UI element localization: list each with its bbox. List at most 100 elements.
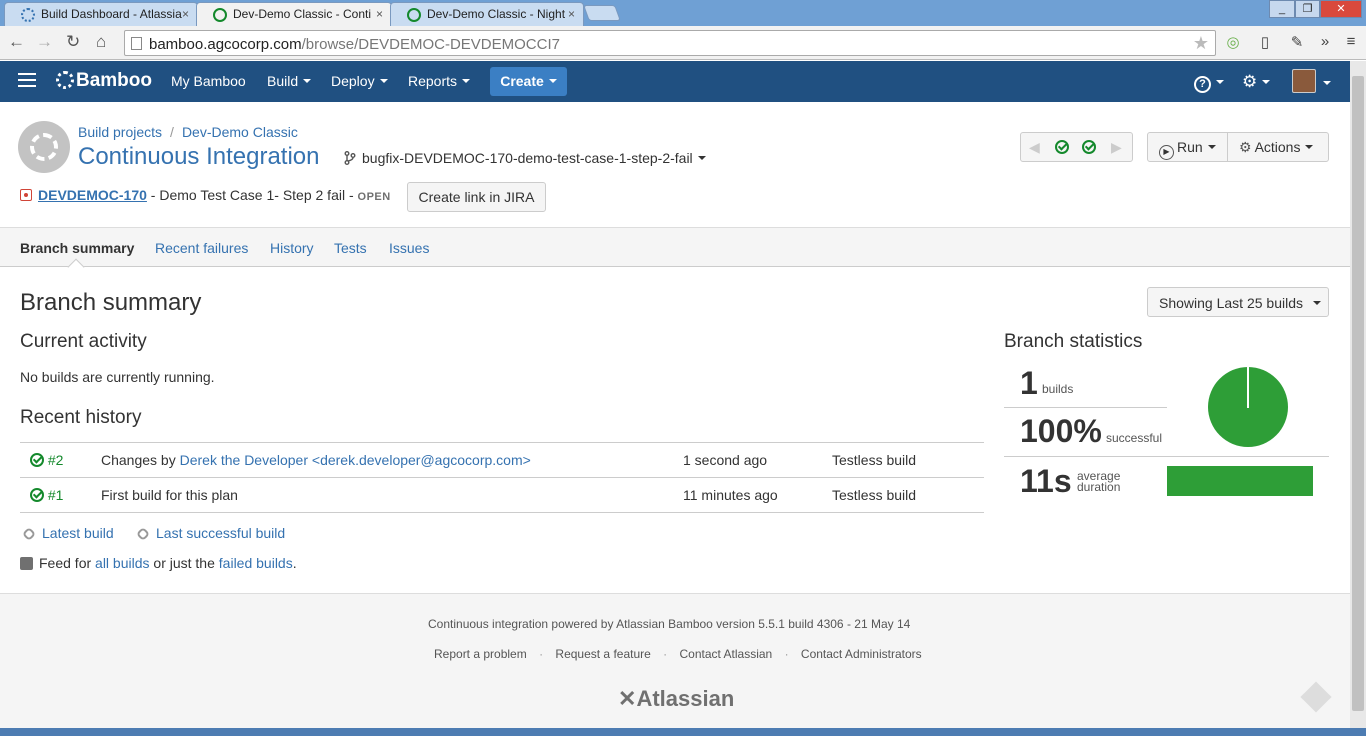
close-window-button[interactable]: ✕ — [1320, 0, 1362, 18]
success-icon — [30, 488, 44, 502]
build-result: Testless build — [832, 452, 917, 468]
build-time: 1 second ago — [683, 452, 768, 468]
maximize-button[interactable]: ❐ — [1295, 0, 1320, 18]
build-status-nav: ◀ ▶ — [1020, 132, 1133, 162]
gear-icon: ⚙ — [1242, 72, 1258, 91]
footer-links: Report a problem · Request a feature · C… — [434, 647, 922, 661]
linked-issue: DEVDEMOC-170 - Demo Test Case 1- Step 2 … — [20, 187, 391, 203]
breadcrumb-project[interactable]: Dev-Demo Classic — [182, 124, 298, 140]
menu-icon[interactable] — [18, 73, 36, 87]
success-favicon-icon — [407, 8, 421, 22]
nav-my-bamboo[interactable]: My Bamboo — [171, 73, 246, 89]
author-link[interactable]: Derek the Developer <derek.developer@agc… — [180, 452, 531, 468]
run-button[interactable]: ▶ Run — [1159, 133, 1216, 161]
success-favicon-icon — [213, 8, 227, 22]
branch-selector[interactable]: bugfix-DEVDEMOC-170-demo-test-case-1-ste… — [344, 150, 706, 166]
builds-label: builds — [1042, 382, 1074, 396]
breadcrumb-build-projects[interactable]: Build projects — [78, 124, 162, 140]
user-menu-chevron-icon[interactable] — [1318, 73, 1331, 93]
recent-history-heading: Recent history — [20, 407, 142, 428]
rss-feed-icon — [20, 557, 33, 570]
bookmark-star-icon[interactable]: ★ — [1193, 33, 1209, 54]
actions-button[interactable]: ⚙ Actions — [1239, 133, 1314, 161]
create-jira-link-button[interactable]: Create link in JIRA — [407, 182, 546, 212]
feed-failed-builds-link[interactable]: failed builds — [219, 555, 293, 571]
link-icon — [135, 526, 151, 542]
browser-tab-build-dashboard[interactable]: Build Dashboard - Atlassia × — [4, 2, 198, 26]
admin-menu[interactable]: ⚙ — [1242, 72, 1271, 92]
nav-reports[interactable]: Reports — [408, 73, 471, 89]
chevron-down-icon — [1216, 80, 1224, 84]
nav-deploy[interactable]: Deploy — [331, 73, 388, 89]
build-number-link[interactable]: #1 — [30, 487, 63, 503]
last-successful-build-link[interactable]: Last successful build — [135, 525, 285, 542]
active-tab-pointer — [67, 258, 85, 276]
reload-icon[interactable]: ↻ — [66, 32, 80, 52]
scrollbar-thumb[interactable] — [1352, 76, 1364, 711]
chevron-down-icon — [303, 79, 312, 83]
atlassian-logo[interactable]: ✕Atlassian — [618, 686, 734, 712]
back-icon[interactable]: ← — [8, 32, 25, 52]
build-success-icon[interactable] — [1055, 133, 1069, 161]
showing-builds-dropdown[interactable]: Showing Last 25 builds — [1147, 287, 1329, 317]
build-success-icon[interactable] — [1082, 133, 1096, 161]
branch-summary-heading: Branch summary — [20, 289, 202, 316]
tab-recent-failures[interactable]: Recent failures — [155, 240, 248, 256]
success-rate: 100% — [1020, 413, 1102, 449]
build-number-link[interactable]: #2 — [30, 452, 63, 468]
feed-all-builds-link[interactable]: all builds — [95, 555, 149, 571]
extension-icon[interactable]: ◎ — [1224, 33, 1242, 51]
atlassian-logo-icon: ✕ — [618, 686, 637, 711]
nav-build[interactable]: Build — [267, 73, 312, 89]
page-title[interactable]: Continuous Integration — [78, 143, 320, 171]
browser-toolbar: ← → ↻ ⌂ bamboo.agcocorp.com/browse/DEVDE… — [0, 26, 1366, 60]
contact-administrators-link[interactable]: Contact Administrators — [801, 647, 922, 661]
minimize-button[interactable]: _ — [1269, 0, 1295, 18]
address-bar[interactable]: bamboo.agcocorp.com/browse/DEVDEMOC-DEVD… — [124, 30, 1216, 56]
previous-build-icon[interactable]: ◀ — [1029, 133, 1040, 161]
bamboo-favicon-icon — [21, 8, 35, 22]
branch-statistics-heading: Branch statistics — [1004, 331, 1143, 352]
page-icon — [131, 37, 142, 50]
new-tab-button[interactable] — [583, 5, 621, 21]
forward-icon[interactable]: → — [36, 32, 53, 52]
extension-icon[interactable]: ✎ — [1288, 33, 1306, 51]
tab-title: Dev-Demo Classic - Conti — [233, 7, 372, 21]
tab-title: Dev-Demo Classic - Night — [427, 7, 566, 21]
contact-atlassian-link[interactable]: Contact Atlassian — [680, 647, 773, 661]
plan-tabs: Branch summary Recent failures History T… — [0, 227, 1350, 276]
help-menu[interactable]: ? — [1194, 72, 1224, 93]
tab-issues[interactable]: Issues — [389, 240, 429, 256]
close-tab-icon[interactable]: × — [568, 7, 575, 21]
project-avatar-icon — [18, 121, 70, 173]
request-feature-link[interactable]: Request a feature — [555, 647, 650, 661]
create-button[interactable]: Create — [490, 67, 567, 96]
issue-key-link[interactable]: DEVDEMOC-170 — [38, 187, 147, 203]
bamboo-logo-icon — [56, 71, 74, 89]
home-icon[interactable]: ⌂ — [96, 32, 106, 52]
bamboo-logo[interactable]: Bamboo — [56, 70, 152, 92]
latest-build-link[interactable]: Latest build — [21, 525, 114, 542]
bamboo-header: Bamboo My Bamboo Build Deploy Reports Cr… — [0, 61, 1350, 102]
average-duration: 11s — [1020, 463, 1072, 499]
chrome-menu-icon[interactable]: ≡ — [1342, 33, 1360, 51]
report-problem-link[interactable]: Report a problem — [434, 647, 527, 661]
tab-branch-summary[interactable]: Branch summary — [20, 240, 134, 256]
more-extensions-icon[interactable]: » — [1316, 33, 1334, 51]
browser-tab-nightly[interactable]: Dev-Demo Classic - Night × — [390, 2, 584, 26]
issue-status: OPEN — [357, 191, 391, 203]
avatar[interactable] — [1292, 69, 1316, 93]
issue-summary: - Demo Test Case 1- Step 2 fail - — [146, 187, 358, 203]
next-build-icon[interactable]: ▶ — [1111, 133, 1122, 161]
success-icon — [30, 453, 44, 467]
browser-tab-continuous-integration[interactable]: Dev-Demo Classic - Conti × — [196, 2, 392, 26]
tab-tests[interactable]: Tests — [334, 240, 367, 256]
success-label: successful — [1106, 431, 1163, 445]
tab-history[interactable]: History — [270, 240, 314, 256]
chevron-down-icon — [1313, 301, 1321, 305]
close-tab-icon[interactable]: × — [376, 7, 383, 21]
close-tab-icon[interactable]: × — [182, 7, 189, 21]
chevron-down-icon — [548, 79, 557, 83]
phone-extension-icon[interactable]: ▯ — [1256, 33, 1274, 51]
tab-title: Build Dashboard - Atlassia — [41, 7, 182, 21]
